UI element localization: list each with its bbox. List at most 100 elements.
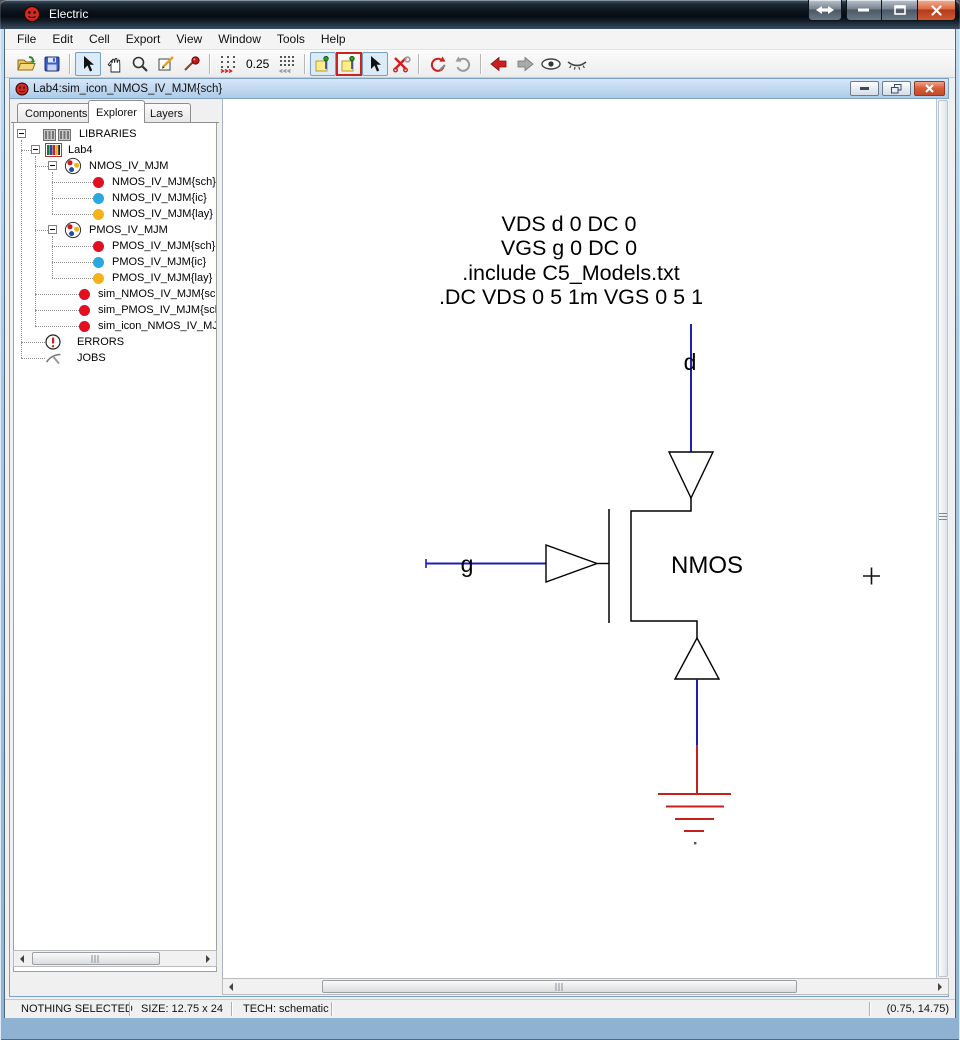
drain-export-label[interactable]: d	[684, 349, 697, 375]
collapse-expander-icon[interactable]	[48, 225, 57, 234]
edit-cell-button[interactable]	[153, 52, 179, 76]
tree-item-libraries[interactable]: LIBRARIES	[14, 126, 216, 142]
redo-icon	[455, 56, 470, 72]
redo-button[interactable]	[450, 52, 476, 76]
mdi-minimize-button[interactable]	[850, 81, 879, 96]
tree-item-nmos-iv-mjm-sch[interactable]: NMOS_IV_MJM{sch}	[14, 174, 216, 190]
status-separator	[331, 1002, 333, 1016]
collapse-expander-icon[interactable]	[31, 145, 40, 154]
layers-visible-button[interactable]	[538, 52, 564, 76]
schematic-canvas[interactable]: VDS d 0 DC 0 VGS g 0 DC 0 .include C5_Mo…	[222, 99, 949, 978]
scrollbar-thumb[interactable]	[32, 952, 160, 965]
edit-window: Lab4:sim_icon_NMOS_IV_MJM{sch} Component…	[9, 78, 949, 997]
tree-item-nmos-iv-mjm-ic[interactable]: NMOS_IV_MJM{ic}	[14, 190, 216, 206]
cell-size-status: SIZE: 12.75 x 24	[141, 1003, 223, 1015]
flip-window-button[interactable]	[808, 0, 842, 21]
grid-finer-button[interactable]	[274, 52, 300, 76]
drain-export-triangle[interactable]	[667, 451, 715, 500]
menu-window[interactable]: Window	[210, 29, 269, 49]
tree-item-pmos-iv-mjm-sch[interactable]: PMOS_IV_MJM{sch}	[14, 238, 216, 254]
tree-item-sim-icon-nmos[interactable]: sim_icon_NMOS_IV_MJM{sch}	[14, 318, 216, 334]
schematic-view-dot	[93, 177, 104, 188]
menu-cell[interactable]: Cell	[81, 29, 118, 49]
scroll-left-arrow[interactable]	[223, 979, 238, 994]
pin-special-button[interactable]	[336, 51, 363, 76]
explorer-tree[interactable]: LIBRARIES Lab4 NMOS_IV_MJM NMOS_IV_MJM{s…	[13, 123, 217, 972]
zoom-button[interactable]	[127, 52, 153, 76]
sidebar-horizontal-scrollbar[interactable]	[13, 950, 217, 967]
tree-item-pmos-iv-mjm-group[interactable]: PMOS_IV_MJM	[14, 221, 216, 239]
go-forward-button[interactable]	[512, 52, 538, 76]
maximize-button[interactable]	[882, 0, 918, 21]
tab-explorer[interactable]: Explorer	[88, 100, 145, 123]
spice-line-1[interactable]: VDS d 0 DC 0	[501, 212, 636, 236]
mdi-close-button[interactable]	[914, 81, 945, 96]
tree-item-nmos-iv-mjm-lay[interactable]: NMOS_IV_MJM{lay}	[14, 206, 216, 222]
ground-symbol[interactable]	[658, 793, 731, 832]
grid-fine-icon	[278, 56, 295, 73]
collapse-expander-icon[interactable]	[48, 161, 57, 170]
spice-card-text[interactable]: VDS d 0 DC 0 VGS g 0 DC 0 .include C5_Mo…	[439, 212, 703, 309]
toolbar-separator	[209, 53, 211, 74]
tree-item-jobs[interactable]: JOBS	[14, 350, 216, 366]
gate-export-label[interactable]: g	[461, 551, 474, 577]
special-select-button[interactable]	[362, 51, 389, 76]
grid-coarser-button[interactable]	[215, 52, 241, 76]
menu-view[interactable]: View	[168, 29, 210, 49]
collapse-expander-icon[interactable]	[17, 129, 26, 138]
titlebar[interactable]: Electric	[0, 0, 960, 29]
menu-tools[interactable]: Tools	[269, 29, 313, 49]
pin-toggle-button[interactable]	[310, 51, 337, 76]
close-icon	[931, 4, 942, 16]
icon-view-dot	[93, 193, 104, 204]
menu-edit[interactable]: Edit	[44, 29, 81, 49]
tree-item-sim-nmos[interactable]: sim_NMOS_IV_MJM{sch}	[14, 286, 216, 302]
layers-invisible-button[interactable]	[564, 52, 590, 76]
spice-line-3[interactable]: .include C5_Models.txt	[462, 261, 680, 285]
open-library-button[interactable]	[13, 52, 39, 76]
canvas-vertical-scrollbar[interactable]	[936, 99, 949, 978]
spice-line-2[interactable]: VGS g 0 DC 0	[501, 236, 637, 260]
mdi-restore-button[interactable]	[882, 81, 911, 96]
device-label[interactable]: NMOS	[671, 552, 743, 579]
select-arrow-button[interactable]	[75, 51, 101, 76]
pan-button[interactable]	[101, 52, 127, 76]
scrollbar-thumb[interactable]	[322, 980, 797, 993]
menu-export[interactable]: Export	[118, 29, 169, 49]
canvas-horizontal-scrollbar[interactable]	[222, 978, 949, 995]
tree-item-lab4[interactable]: Lab4	[14, 142, 216, 158]
save-library-button[interactable]	[39, 52, 65, 76]
scroll-left-arrow[interactable]	[14, 951, 29, 966]
cleanup-tools-button[interactable]	[388, 52, 414, 76]
electric-app-window: Electric File Edit Cell Export View Wind…	[0, 0, 960, 1040]
tree-item-pmos-iv-mjm-ic[interactable]: PMOS_IV_MJM{ic}	[14, 254, 216, 270]
close-button[interactable]	[918, 0, 956, 21]
close-icon	[925, 84, 934, 93]
scroll-right-arrow[interactable]	[201, 951, 216, 966]
restore-icon	[891, 83, 902, 93]
tree-item-pmos-iv-mjm-lay[interactable]: PMOS_IV_MJM{lay}	[14, 270, 216, 286]
status-separator	[129, 1002, 131, 1016]
schematic-view-dot	[79, 321, 90, 332]
tree-item-sim-pmos[interactable]: sim_PMOS_IV_MJM{sch}	[14, 302, 216, 318]
schematic-drawing[interactable]: VDS d 0 DC 0 VGS g 0 DC 0 .include C5_Mo…	[223, 99, 950, 978]
spice-line-4[interactable]: .DC VDS 0 5 1m VGS 0 5 1	[439, 285, 703, 309]
go-back-button[interactable]	[486, 52, 512, 76]
layout-view-dot	[93, 209, 104, 220]
tree-item-errors[interactable]: ERRORS	[14, 334, 216, 350]
tree-item-nmos-iv-mjm-group[interactable]: NMOS_IV_MJM	[14, 157, 216, 175]
source-export-triangle[interactable]	[673, 636, 721, 680]
tab-components[interactable]: Components	[17, 103, 96, 123]
edit-window-buttons	[850, 81, 945, 96]
gate-export-triangle[interactable]	[545, 544, 600, 583]
minimize-button[interactable]	[846, 0, 882, 21]
electric-logo-icon[interactable]	[23, 5, 41, 23]
edit-window-titlebar[interactable]: Lab4:sim_icon_NMOS_IV_MJM{sch}	[10, 79, 948, 99]
menu-file[interactable]: File	[9, 29, 44, 49]
tab-layers[interactable]: Layers	[142, 103, 192, 123]
undo-button[interactable]	[424, 52, 450, 76]
scrollbar-thumb[interactable]	[938, 100, 948, 977]
menu-help[interactable]: Help	[313, 29, 354, 49]
probe-button[interactable]	[179, 52, 205, 76]
scroll-right-arrow[interactable]	[933, 979, 948, 994]
